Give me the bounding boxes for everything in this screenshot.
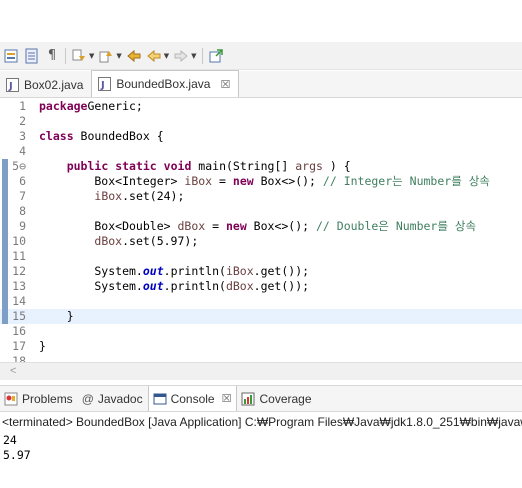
line-code: } bbox=[39, 339, 46, 353]
line-code: packageGeneric; bbox=[39, 99, 143, 113]
svg-text:J: J bbox=[100, 80, 105, 91]
scroll-left-icon[interactable]: < bbox=[10, 365, 16, 377]
toolbar-separator bbox=[201, 47, 203, 64]
show-whitespace-icon[interactable]: ¶ bbox=[43, 47, 61, 65]
line-number: 2 bbox=[19, 114, 26, 128]
next-annotation-dropdown-icon[interactable]: ▼ bbox=[89, 52, 94, 60]
line-code: dBox.set(5.97); bbox=[94, 234, 199, 248]
block-selection-icon[interactable] bbox=[23, 47, 41, 65]
line-code: System.out.println(dBox.get()); bbox=[39, 279, 310, 293]
code-line[interactable]: 1 packageGeneric; bbox=[0, 99, 522, 114]
close-tab-icon[interactable]: ☒ bbox=[222, 392, 232, 405]
code-line[interactable]: 2 bbox=[0, 114, 522, 129]
line-number: 5⊖ bbox=[12, 159, 26, 173]
code-line[interactable]: 8 bbox=[0, 204, 522, 219]
line-number: 7 bbox=[19, 189, 26, 203]
editor-horizontal-scrollbar[interactable]: < bbox=[0, 362, 522, 380]
line-code: iBox.set(24); bbox=[94, 189, 185, 203]
previous-annotation-dropdown-icon[interactable]: ▼ bbox=[116, 52, 121, 60]
close-tab-icon[interactable]: ☒ bbox=[220, 78, 230, 91]
code-line[interactable]: 4 bbox=[0, 144, 522, 159]
next-annotation-icon[interactable] bbox=[70, 47, 88, 65]
tab-label: BoundedBox.java bbox=[116, 77, 211, 91]
java-file-icon: J bbox=[6, 77, 19, 92]
line-number: 12 bbox=[12, 264, 26, 278]
tab-label: Box02.java bbox=[24, 77, 84, 92]
line-code: Box<Double> dBox = new Box<>(); // Doubl… bbox=[39, 219, 477, 233]
line-code: class BoundedBox { bbox=[39, 129, 164, 143]
line-code: } bbox=[39, 309, 74, 323]
back-icon[interactable] bbox=[145, 47, 163, 65]
tab-box02-java[interactable]: J Box02.java bbox=[0, 72, 91, 97]
main-toolbar: ¶ ▼ ▼ ▼ ▼ bbox=[0, 42, 522, 70]
code-line[interactable]: 6 Box<Integer> iBox = new Box<>(); // In… bbox=[0, 174, 522, 189]
code-line[interactable]: 18 bbox=[0, 354, 522, 362]
console-icon bbox=[153, 392, 167, 406]
previous-annotation-icon[interactable] bbox=[97, 47, 115, 65]
java-file-icon: J bbox=[98, 77, 112, 91]
tab-javadoc[interactable]: @ Javadoc bbox=[78, 386, 148, 411]
line-code: System.out.println(iBox.get()); bbox=[39, 264, 310, 278]
tab-boundedbox-java[interactable]: J BoundedBox.java ☒ bbox=[91, 70, 240, 97]
tab-console[interactable]: Console ☒ bbox=[147, 386, 238, 411]
last-edit-location-icon[interactable] bbox=[125, 47, 143, 65]
code-line[interactable]: 16 bbox=[0, 324, 522, 339]
tab-label: Javadoc bbox=[97, 391, 143, 406]
toggle-mark-occurrences-icon[interactable] bbox=[3, 47, 21, 65]
tab-label: Coverage bbox=[259, 391, 312, 406]
code-line[interactable]: 12 System.out.println(iBox.get()); bbox=[0, 264, 522, 279]
code-line[interactable]: 9 Box<Double> dBox = new Box<>(); // Dou… bbox=[0, 219, 522, 234]
line-number: 8 bbox=[19, 204, 26, 218]
console-output-line: 5.97 bbox=[3, 448, 31, 462]
code-editor[interactable]: 1 packageGeneric; 2 3 class BoundedBox { 4 5⊖ … bbox=[0, 98, 522, 362]
tab-problems[interactable]: Problems bbox=[0, 386, 78, 411]
coverage-icon bbox=[241, 392, 255, 406]
line-number: 1 bbox=[19, 99, 26, 113]
line-number: 9 bbox=[19, 219, 26, 233]
line-number: 17 bbox=[12, 339, 26, 353]
tab-label: Console bbox=[170, 391, 215, 406]
code-line[interactable]: 11 bbox=[0, 249, 522, 264]
code-line[interactable]: 5⊖ public static void main(String[] args… bbox=[0, 159, 522, 174]
forward-icon[interactable] bbox=[172, 47, 190, 65]
line-number: 18 bbox=[12, 354, 26, 362]
line-number: 6 bbox=[19, 174, 26, 188]
back-dropdown-icon[interactable]: ▼ bbox=[164, 52, 169, 60]
forward-dropdown-icon[interactable]: ▼ bbox=[191, 52, 196, 60]
code-line[interactable]: 15 } bbox=[0, 309, 522, 324]
line-number: 10 bbox=[12, 234, 26, 248]
code-line[interactable]: 7 iBox.set(24); bbox=[0, 189, 522, 204]
tab-label: Problems bbox=[22, 391, 73, 406]
line-number: 13 bbox=[12, 279, 26, 293]
toolbar-separator bbox=[65, 47, 66, 64]
svg-text:J: J bbox=[8, 81, 13, 92]
tab-coverage[interactable]: Coverage bbox=[237, 386, 316, 411]
top-blank-area bbox=[0, 0, 522, 42]
views-tab-bar: Problems @ Javadoc Console ☒ Coverage bbox=[0, 385, 522, 412]
line-code: public static void main(String[] args ) … bbox=[66, 159, 351, 173]
code-line[interactable]: 17} bbox=[0, 339, 522, 354]
line-number: 4 bbox=[19, 144, 26, 158]
line-number: 16 bbox=[12, 324, 26, 338]
console-output-line: 24 bbox=[3, 433, 17, 447]
javadoc-icon: @ bbox=[81, 391, 94, 406]
code-line[interactable]: 14 bbox=[0, 294, 522, 309]
line-number: 15 bbox=[12, 309, 26, 323]
code-line[interactable]: 10 dBox.set(5.97); bbox=[0, 234, 522, 249]
problems-icon bbox=[4, 392, 18, 406]
console-terminated-header: <terminated> BoundedBox [Java Applicatio… bbox=[2, 415, 522, 429]
pin-editor-icon[interactable] bbox=[207, 47, 225, 65]
line-code: Box<Integer> iBox = new Box<>(); // Inte… bbox=[39, 174, 490, 188]
line-number: 14 bbox=[12, 294, 26, 308]
line-number: 3 bbox=[19, 129, 26, 143]
code-line[interactable]: 13 System.out.println(dBox.get()); bbox=[0, 279, 522, 294]
editor-tab-bar: J Box02.java J BoundedBox.java ☒ bbox=[0, 70, 522, 98]
line-number: 11 bbox=[12, 249, 26, 263]
code-line[interactable]: 3 class BoundedBox { bbox=[0, 129, 522, 144]
